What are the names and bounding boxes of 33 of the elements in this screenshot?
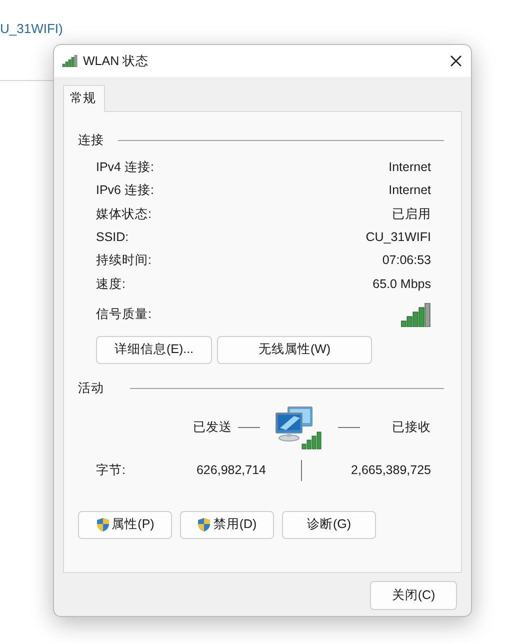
field-label: 速度: xyxy=(96,276,126,292)
bytes-label: 字节: xyxy=(96,462,126,477)
tab[interactable]: 常规 xyxy=(63,85,105,112)
field-label: SSID: xyxy=(96,228,129,246)
dialog-button[interactable]: 禁用(D) xyxy=(180,510,274,539)
bytes-received-value: 2,665,389,725 xyxy=(350,462,431,479)
close-icon xyxy=(450,55,462,67)
signal-icon xyxy=(62,55,78,67)
window-title: WLAN 状态 xyxy=(83,52,149,70)
network-computers-icon xyxy=(274,406,324,450)
field-label: 媒体状态: xyxy=(96,206,152,223)
signal-quality-icon xyxy=(401,302,431,327)
field-label: 持续时间: xyxy=(96,252,152,270)
field-value: Internet xyxy=(388,182,431,200)
dialog-button[interactable]: 属性(P) xyxy=(78,510,172,539)
close-dialog-button[interactable]: 关闭(C) xyxy=(370,580,457,610)
field-label: IPv6 连接: xyxy=(96,182,154,200)
section-heading: 连接 xyxy=(78,132,104,150)
field-value: Internet xyxy=(388,159,431,176)
dialog-button[interactable]: 诊断(G) xyxy=(282,510,376,539)
section-heading: 活动 xyxy=(78,380,104,398)
sent-label: 已发送 xyxy=(192,419,232,436)
background-link-text: U_31WIFI) xyxy=(0,20,63,38)
field-value: 已启用 xyxy=(392,206,431,223)
field-value: 65.0 Mbps xyxy=(372,276,431,293)
dialog-button[interactable]: 详细信息(E)... xyxy=(96,336,212,364)
dialog-button[interactable]: 无线属性(W) xyxy=(217,336,372,364)
field-value: 07:06:53 xyxy=(382,252,431,270)
bytes-sent-value: 626,982,714 xyxy=(195,462,266,479)
field-label: 信号质量: xyxy=(96,306,152,324)
received-label: 已接收 xyxy=(391,419,431,436)
field-label: IPv4 连接: xyxy=(96,159,154,176)
field-value: CU_31WIFI xyxy=(366,228,431,246)
